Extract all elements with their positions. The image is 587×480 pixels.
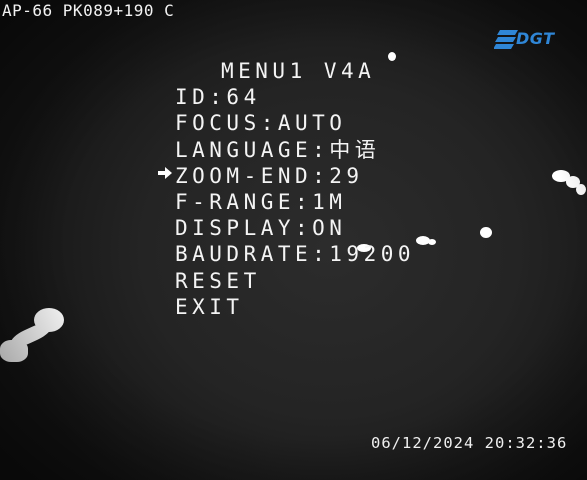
dgt-logo: DGT	[494, 26, 566, 52]
menu-item-reset[interactable]: RESET	[175, 268, 415, 294]
menu-item-id[interactable]: ID:64	[175, 84, 415, 110]
arrow-right-icon	[157, 165, 173, 185]
menu-item-display[interactable]: DISPLAY:ON	[175, 215, 415, 241]
menu-item-exit[interactable]: EXIT	[175, 294, 415, 320]
menu-item-focus[interactable]: FOCUS:AUTO	[175, 110, 415, 136]
menu-title: MENU1 V4A	[221, 59, 376, 83]
logo-text: DGT	[516, 29, 555, 48]
menu-item-zoom-end[interactable]: ZOOM-END:29	[175, 163, 415, 189]
timestamp: 06/12/2024 20:32:36	[371, 434, 568, 452]
menu-item-baudrate[interactable]: BAUDRATE:19200	[175, 241, 415, 267]
osd-menu: MENU1 V4A ID:64 FOCUS:AUTO LANGUAGE:中语 Z…	[175, 58, 415, 320]
menu-item-language[interactable]: LANGUAGE:中语	[175, 137, 415, 163]
menu-item-f-range[interactable]: F-RANGE:1M	[175, 189, 415, 215]
camera-id-label: AP-66 PK089+190 C	[2, 1, 175, 20]
